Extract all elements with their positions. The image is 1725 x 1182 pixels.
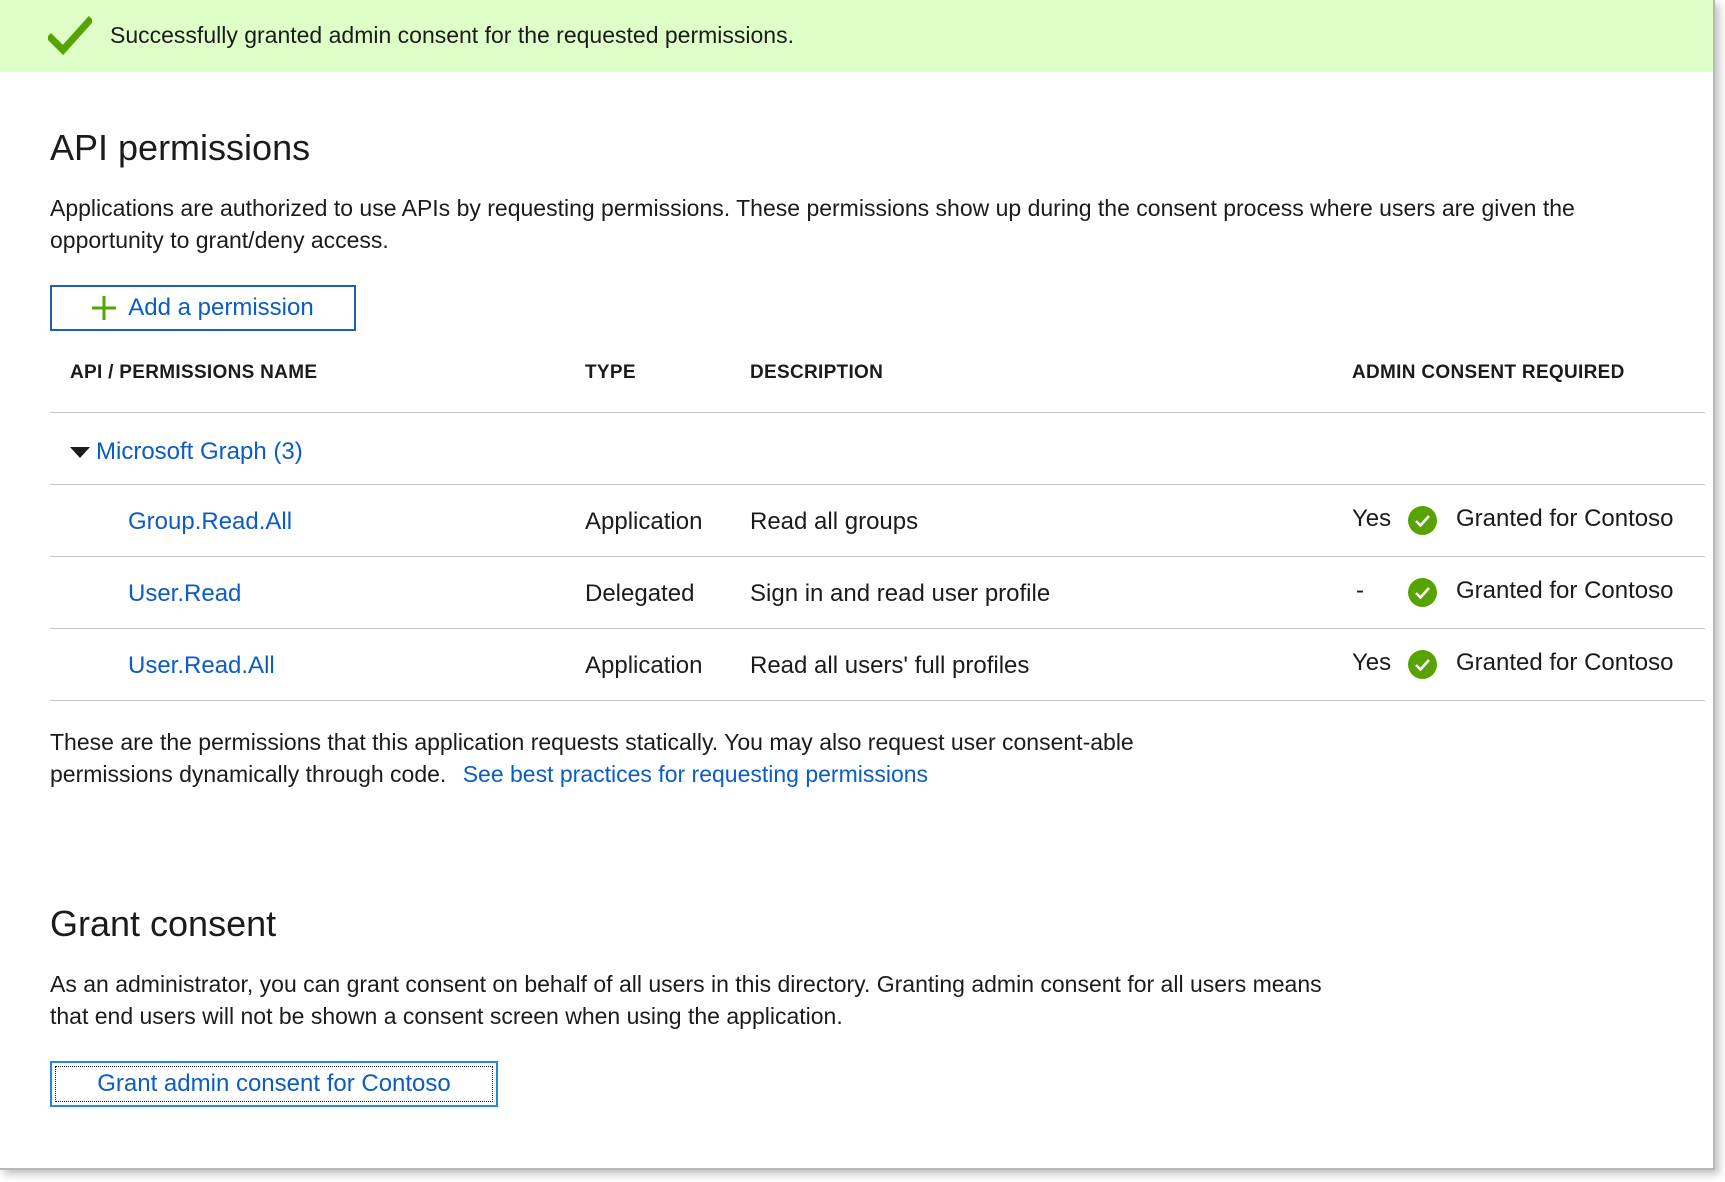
granted-check-icon [1408, 650, 1437, 679]
grant-admin-consent-button[interactable]: Grant admin consent for Contoso [50, 1061, 498, 1107]
grant-consent-description-1: As an administrator, you can grant conse… [50, 971, 1322, 997]
permission-description: Read all users' full profiles [750, 652, 1030, 679]
grant-admin-consent-label: Grant admin consent for Contoso [97, 1070, 451, 1097]
footer-note-2: permissions dynamically through code. Se… [50, 758, 928, 790]
consent-status: Granted for Contoso [1456, 649, 1674, 676]
granted-check-icon [1408, 578, 1437, 607]
grant-consent-description-2: that end users will not be shown a conse… [50, 1003, 843, 1029]
table-divider [50, 628, 1705, 629]
permission-name-link[interactable]: User.Read.All [128, 652, 275, 680]
permission-type: Application [585, 508, 703, 535]
success-message: Successfully granted admin consent for t… [110, 22, 794, 48]
table-divider [50, 700, 1705, 701]
api-permissions-description-2: opportunity to grant/deny access. [50, 227, 389, 253]
admin-consent-required: - [1356, 577, 1364, 604]
plus-icon [92, 296, 117, 320]
grant-consent-title: Grant consent [50, 903, 277, 944]
permission-name-link[interactable]: User.Read [128, 580, 241, 608]
group-microsoft-graph[interactable]: Microsoft Graph (3) [70, 438, 303, 466]
checkmark-icon [48, 16, 92, 56]
column-header-name: API / PERMISSIONS NAME [70, 362, 318, 383]
permission-name-link[interactable]: Group.Read.All [128, 508, 292, 536]
consent-status: Granted for Contoso [1456, 505, 1674, 532]
table-divider [50, 412, 1705, 413]
add-permission-button[interactable]: Add a permission [50, 285, 356, 331]
caret-down-icon [70, 446, 90, 458]
group-name: Microsoft Graph (3) [96, 438, 303, 465]
api-permissions-title: API permissions [50, 127, 311, 168]
permission-description: Read all groups [750, 508, 919, 535]
permission-type: Application [585, 652, 703, 679]
footer-note-text: permissions dynamically through code. [50, 761, 447, 787]
api-permissions-description-1: Applications are authorized to use APIs … [50, 195, 1575, 221]
granted-check-icon [1408, 506, 1437, 535]
table-divider [50, 556, 1705, 557]
footer-note-1: These are the permissions that this appl… [50, 729, 1134, 755]
column-header-admin-consent: ADMIN CONSENT REQUIRED [1352, 362, 1625, 383]
success-banner: Successfully granted admin consent for t… [0, 0, 1713, 72]
admin-consent-required: Yes [1352, 649, 1392, 676]
permission-description: Sign in and read user profile [750, 580, 1051, 607]
table-divider [50, 484, 1705, 485]
consent-status: Granted for Contoso [1456, 577, 1674, 604]
column-header-description: DESCRIPTION [750, 362, 884, 383]
api-permissions-panel: Successfully granted admin consent for t… [0, 0, 1715, 1170]
best-practices-link[interactable]: See best practices for requesting permis… [463, 761, 928, 787]
admin-consent-required: Yes [1352, 505, 1392, 532]
permission-type: Delegated [585, 580, 695, 607]
add-permission-label: Add a permission [128, 294, 314, 321]
column-header-type: TYPE [585, 362, 636, 383]
